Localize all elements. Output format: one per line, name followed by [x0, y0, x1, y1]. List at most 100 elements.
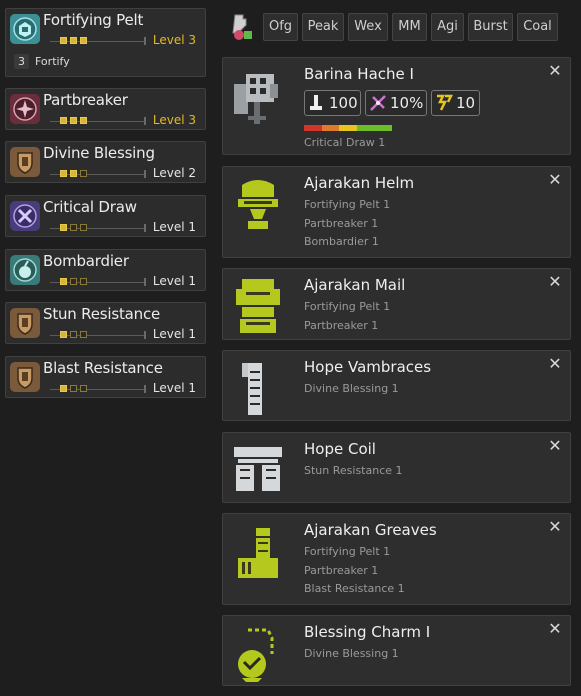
skill-pip-1 — [60, 37, 67, 44]
skill-pip-2 — [70, 117, 77, 124]
skill-pip-1 — [60, 170, 67, 177]
great-sword-icon — [228, 66, 288, 126]
bombardier-icon — [10, 255, 40, 285]
skill-pip-3 — [80, 37, 87, 44]
skill-name: Bombardier — [43, 252, 129, 270]
set-bonus-count: 3 — [14, 54, 29, 69]
armor-name: Ajarakan Greaves — [304, 521, 437, 539]
armor-skill: Fortifying Pelt 1 — [304, 545, 391, 558]
affinity-icon — [369, 94, 387, 112]
skill-card-fortifying-pelt[interactable]: Fortifying Pelt Level 3 3 Fortify — [5, 8, 206, 77]
sharpness-segment — [356, 125, 392, 131]
armor-name: Ajarakan Helm — [304, 174, 415, 192]
skill-level-track — [50, 224, 146, 232]
filter-button-burst[interactable]: Burst — [468, 13, 513, 41]
skill-name: Blast Resistance — [43, 359, 163, 377]
helm-icon — [228, 175, 288, 235]
close-icon[interactable]: ✕ — [546, 62, 564, 80]
skill-pip-2 — [70, 224, 77, 231]
skill-card-stun-resistance[interactable]: Stun Resistance Level 1 — [5, 302, 206, 344]
skill-pip-2 — [70, 37, 77, 44]
skill-pip-3 — [80, 117, 87, 124]
filter-button-ofg[interactable]: Ofg — [263, 13, 298, 41]
filter-button-wex[interactable]: Wex — [348, 13, 388, 41]
skill-level: Level 3 — [152, 113, 196, 127]
skill-level: Level 1 — [152, 274, 196, 288]
thunder-icon — [435, 94, 454, 112]
close-icon[interactable]: ✕ — [546, 437, 564, 455]
skill-pip-1 — [60, 224, 67, 231]
weapon-skill: Critical Draw 1 — [304, 136, 386, 149]
gear-card-arms[interactable]: Hope Vambraces ✕ Divine Blessing 1 — [222, 350, 571, 421]
skill-pip-2 — [70, 331, 77, 338]
attack-stat: 100 — [304, 90, 361, 116]
skill-level: Level 2 — [152, 166, 196, 180]
skill-card-critical-draw[interactable]: Critical Draw Level 1 — [5, 195, 206, 237]
gear-card-waist[interactable]: Hope Coil ✕ Stun Resistance 1 — [222, 432, 571, 503]
gear-card-charm[interactable]: Blessing Charm I ✕ Divine Blessing 1 — [222, 615, 571, 686]
armor-skill: Divine Blessing 1 — [304, 647, 399, 660]
armor-skill: Fortifying Pelt 1 — [304, 198, 391, 211]
armor-name: Ajarakan Mail — [304, 276, 406, 294]
filter-button-coal[interactable]: Coal — [517, 13, 558, 41]
close-icon[interactable]: ✕ — [546, 355, 564, 373]
skill-name: Divine Blessing — [43, 144, 155, 162]
affinity-stat: 10% — [365, 90, 427, 116]
sharpness-segment — [339, 125, 357, 131]
skill-pip-1 — [60, 117, 67, 124]
skill-level-track — [50, 117, 146, 125]
charm-icon — [228, 624, 288, 684]
stun-resistance-icon — [10, 308, 40, 338]
filter-button-peak[interactable]: Peak — [302, 13, 344, 41]
skill-level: Level 1 — [152, 327, 196, 341]
filter-toggle-icon[interactable] — [230, 13, 254, 41]
skill-card-partbreaker[interactable]: Partbreaker Level 3 — [5, 88, 206, 130]
divine-blessing-icon — [10, 147, 40, 177]
skill-level-track — [50, 331, 146, 339]
armor-skill: Blast Resistance 1 — [304, 582, 405, 595]
skill-card-divine-blessing[interactable]: Divine Blessing Level 2 — [5, 141, 206, 183]
armor-name: Hope Vambraces — [304, 358, 432, 376]
armor-skill: Partbreaker 1 — [304, 217, 379, 230]
gear-card-chest[interactable]: Ajarakan Mail ✕ Fortifying Pelt 1 Partbr… — [222, 268, 571, 340]
element-value: 10 — [456, 94, 476, 112]
waist-icon — [228, 441, 288, 501]
armor-skill: Divine Blessing 1 — [304, 382, 399, 395]
skill-level-track — [50, 278, 146, 286]
critical-draw-icon — [10, 201, 40, 231]
skill-card-bombardier[interactable]: Bombardier Level 1 — [5, 249, 206, 291]
weapon-name: Barina Hache I — [304, 65, 414, 83]
skill-pip-3 — [80, 224, 87, 231]
armor-skill: Stun Resistance 1 — [304, 464, 403, 477]
armor-skill: Partbreaker 1 — [304, 319, 379, 332]
skill-name: Fortifying Pelt — [43, 11, 144, 29]
filter-button-agi[interactable]: Agi — [431, 13, 464, 41]
skill-card-blast-resistance[interactable]: Blast Resistance Level 1 — [5, 356, 206, 398]
skill-pip-1 — [60, 385, 67, 392]
close-icon[interactable]: ✕ — [546, 273, 564, 291]
armor-skill: Fortifying Pelt 1 — [304, 300, 391, 313]
close-icon[interactable]: ✕ — [546, 620, 564, 638]
gear-card-legs[interactable]: Ajarakan Greaves ✕ Fortifying Pelt 1 Par… — [222, 513, 571, 605]
gear-card-helm[interactable]: Ajarakan Helm ✕ Fortifying Pelt 1 Partbr… — [222, 166, 571, 258]
skill-pip-3 — [80, 385, 87, 392]
skill-level: Level 1 — [152, 381, 196, 395]
skill-set-bonus: 3 Fortify — [14, 54, 70, 69]
skill-level: Level 3 — [152, 33, 196, 47]
skill-pip-1 — [60, 331, 67, 338]
affinity-value: 10% — [390, 94, 424, 112]
set-bonus-name: Fortify — [35, 55, 70, 68]
arms-icon — [228, 359, 288, 419]
skill-level: Level 1 — [152, 220, 196, 234]
filter-button-mm[interactable]: MM — [392, 13, 427, 41]
armor-skill: Partbreaker 1 — [304, 564, 379, 577]
skill-pip-3 — [80, 278, 87, 285]
gear-card-weapon[interactable]: Barina Hache I ✕ 100 10% 10 Critical Dra… — [222, 57, 571, 155]
skill-pip-2 — [70, 385, 77, 392]
armor-skill: Bombardier 1 — [304, 235, 379, 248]
close-icon[interactable]: ✕ — [546, 171, 564, 189]
skill-name: Critical Draw — [43, 198, 137, 216]
skill-level-track — [50, 385, 146, 393]
attack-icon — [308, 94, 326, 112]
close-icon[interactable]: ✕ — [546, 518, 564, 536]
